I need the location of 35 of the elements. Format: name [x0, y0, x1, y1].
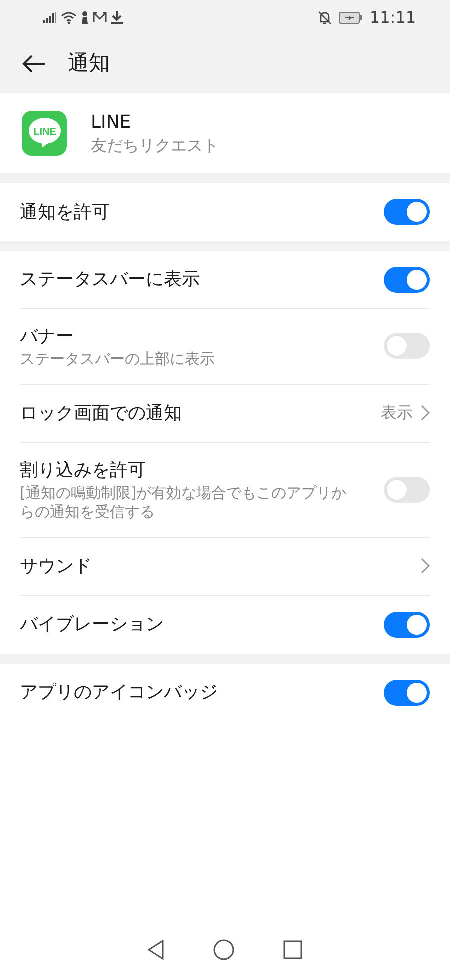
- recents-icon[interactable]: [283, 940, 303, 960]
- setting-label: ロック画面での通知: [20, 402, 183, 426]
- app-name: LINE: [91, 111, 132, 136]
- back-icon[interactable]: [147, 940, 165, 960]
- toggle-switch[interactable]: [384, 476, 430, 502]
- toggle-switch[interactable]: [384, 199, 430, 225]
- time-text: 11:11: [370, 6, 416, 28]
- toggle-switch[interactable]: [384, 266, 430, 292]
- setting-description: ステータスバーの上部に表示: [20, 350, 216, 370]
- setting-description: [通知の鳴動制限]が有効な場合でもこのアプリからの通知を受信する: [20, 484, 348, 522]
- toggle-switch[interactable]: [384, 680, 430, 706]
- setting-label: バイブレーション: [20, 613, 165, 637]
- toggle-switch[interactable]: [384, 333, 430, 360]
- signal-icon: [43, 12, 57, 23]
- person-icon: [81, 11, 89, 24]
- chevron-right-icon: [421, 405, 430, 421]
- page-title: 通知: [68, 50, 110, 78]
- app-logo: LINE: [22, 110, 67, 156]
- wifi-icon: [61, 12, 77, 24]
- setting-label: アプリのアイコンバッジ: [20, 681, 219, 705]
- envelope-icon: [93, 12, 107, 23]
- setting-label: バナー: [20, 325, 75, 349]
- setting-label: サウンド: [20, 554, 93, 578]
- setting-value: 表示: [381, 402, 413, 424]
- setting-label: 割り込みを許可: [20, 458, 147, 482]
- setting-label: 通知を許可: [20, 200, 111, 224]
- chevron-right-icon: [421, 558, 430, 574]
- bell-off-icon: [318, 10, 331, 24]
- channel-name: 友だちリクエスト: [91, 136, 219, 157]
- toggle-switch[interactable]: [384, 612, 430, 638]
- back-button[interactable]: [22, 54, 46, 74]
- battery-icon: [338, 12, 362, 24]
- download-icon: [111, 11, 123, 24]
- home-icon[interactable]: [213, 939, 235, 961]
- setting-label: ステータスバーに表示: [20, 268, 201, 292]
